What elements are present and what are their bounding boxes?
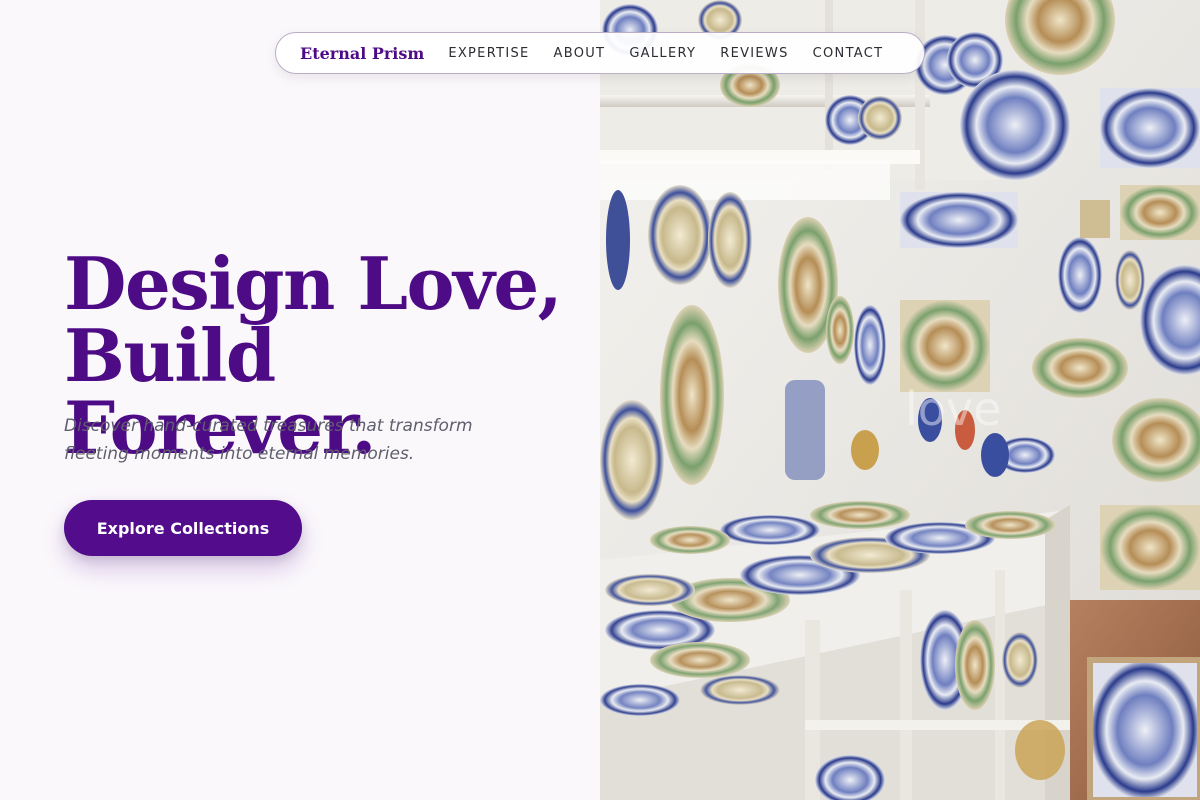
nav-link-expertise[interactable]: EXPERTISE	[448, 46, 529, 61]
nav-link-contact[interactable]: CONTACT	[813, 46, 884, 61]
nav-link-about[interactable]: ABOUT	[554, 46, 606, 61]
subtitle-line-1: Discover hand-curated treasures that tra…	[64, 416, 473, 436]
top-navigation: Eternal Prism EXPERTISE ABOUT GALLERY RE…	[275, 32, 925, 74]
pottery-shop-illustration: love	[600, 0, 1200, 800]
brand-logo[interactable]: Eternal Prism	[300, 44, 424, 63]
nav-link-gallery[interactable]: GALLERY	[629, 46, 696, 61]
headline-line-1: Design Love,	[64, 241, 563, 326]
explore-collections-button[interactable]: Explore Collections	[64, 500, 302, 556]
hero-section: Design Love, Build Forever. Discover han…	[0, 0, 600, 800]
hero-subtitle: Discover hand-curated treasures that tra…	[64, 412, 534, 468]
subtitle-line-2: fleeting moments into eternal memories.	[64, 444, 415, 464]
hero-image: love	[600, 0, 1200, 800]
nav-link-reviews[interactable]: REVIEWS	[720, 46, 788, 61]
watermark-text: love	[905, 382, 1001, 436]
